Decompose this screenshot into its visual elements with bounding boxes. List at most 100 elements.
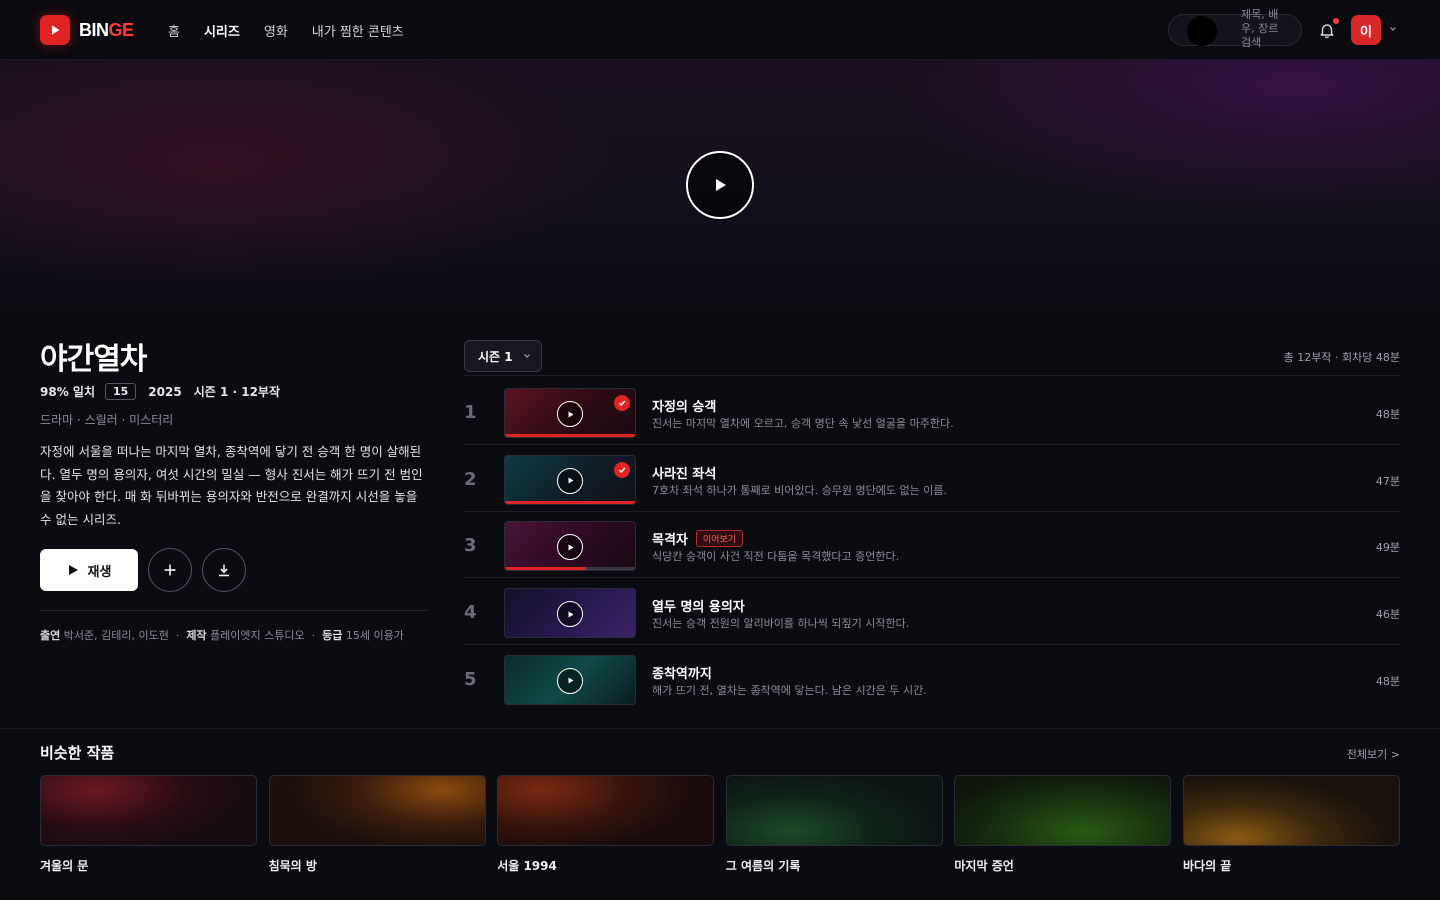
age-rating-badge: 15 (104, 383, 137, 400)
episode-duration: 47분 (1375, 474, 1400, 488)
nav-movies[interactable]: 영화 (264, 21, 288, 40)
similar-card[interactable] (268, 775, 486, 846)
episode-number: 3 (464, 535, 477, 557)
similar-card-title[interactable]: 마지막 증언 (954, 857, 1013, 874)
similar-card[interactable] (725, 775, 943, 846)
episode-description: 7호차 좌석 하나가 통째로 비어있다. 승무원 명단에도 없는 이름. (652, 483, 947, 497)
similar-card[interactable] (1183, 775, 1400, 846)
play-icon[interactable] (557, 601, 583, 628)
credits: 출연 박서준, 김테리, 이도현 · 제작 플레이엣지 스튜디오 · 등급 15… (40, 629, 404, 642)
play-icon[interactable] (557, 667, 583, 694)
season-dropdown-label: 시즌 1 (478, 349, 513, 364)
similar-card-title[interactable]: 서울 1994 (497, 857, 557, 874)
episode-title: 열두 명의 용의자 (652, 596, 745, 615)
episode-number: 1 (464, 402, 477, 423)
show-title: 야간열차 (40, 342, 147, 377)
episode-duration: 49분 (1375, 541, 1400, 555)
play-icon (716, 179, 726, 191)
episode-number: 2 (464, 468, 477, 490)
similar-title: 비슷한 작품 (40, 744, 115, 762)
bell-icon[interactable] (1318, 21, 1336, 39)
grade: 15세 이용가 (345, 629, 404, 642)
watched-check-icon (614, 461, 630, 478)
see-all-link[interactable]: 전체보기 > (1347, 746, 1400, 762)
similar-card-title[interactable]: 그 여름의 기록 (726, 857, 801, 874)
episode-duration: 48분 (1375, 674, 1400, 688)
episode-title: 사라진 좌석 (652, 463, 716, 482)
episode-thumbnail[interactable] (504, 521, 636, 572)
avatar[interactable]: 이 (1351, 15, 1381, 45)
similar-card[interactable] (954, 775, 1172, 846)
hero-play-button[interactable] (686, 151, 754, 219)
section-divider (0, 728, 1440, 729)
episode-thumbnail[interactable] (504, 654, 636, 705)
top-header: BINGE 홈 시리즈 영화 내가 찜한 콘텐츠 제목, 배우, 장르 검색 이 (0, 0, 1440, 60)
similar-card-title[interactable]: 침묵의 방 (269, 857, 317, 874)
progress-bar (505, 500, 635, 504)
episode-duration: 48분 (1375, 408, 1400, 421)
play-icon[interactable] (557, 467, 583, 494)
play-button-label: 재생 (87, 564, 112, 580)
episode-thumbnail[interactable] (504, 588, 636, 639)
logo-play-icon (40, 15, 70, 45)
episode-divider (464, 577, 1400, 579)
nav-my-list[interactable]: 내가 찜한 콘텐츠 (312, 21, 404, 40)
episode-description: 진서는 마지막 열차에 오르고, 승객 명단 속 낯선 얼굴을 마주한다. (652, 417, 954, 430)
watched-check-icon (614, 395, 630, 411)
episode-title: 자정의 승객 (652, 396, 716, 415)
episode-title-text: 열두 명의 용의자 (652, 600, 745, 616)
show-meta: 98% 일치 15 2025 시즌 1 · 12부작 (40, 383, 280, 400)
progress-bar (505, 434, 635, 437)
play-icon[interactable] (557, 534, 583, 561)
chevron-down-icon (523, 354, 530, 358)
nav-series[interactable]: 시리즈 (204, 21, 240, 40)
progress-bar (505, 567, 586, 571)
season-info: 시즌 1 · 12부작 (193, 385, 281, 399)
logo[interactable]: BINGE (40, 15, 134, 45)
match-score: 98% 일치 (40, 385, 95, 399)
notification-dot (1333, 18, 1339, 24)
search-input[interactable]: 제목, 배우, 장르 검색 (1168, 8, 1302, 49)
plus-icon (164, 564, 176, 576)
play-button[interactable]: 재생 (40, 549, 138, 591)
episode-description: 식당칸 승객이 사건 직전 다툼을 목격했다고 증언한다. (652, 550, 900, 564)
episode-title: 종착역까지 (652, 663, 712, 682)
episode-row[interactable]: 5 종착역까지 해가 뜨기 전, 열차는 종착역에 닿는다. 남은 시간은 두 시간… (464, 654, 1400, 721)
producer: 플레이엣지 스튜디오 (210, 629, 305, 642)
similar-card[interactable] (497, 775, 715, 846)
search-icon (1187, 16, 1217, 46)
episode-divider (464, 644, 1400, 646)
logo-text: BINGE (79, 19, 134, 40)
download-button[interactable] (202, 548, 246, 592)
episode-title-text: 사라진 좌석 (652, 466, 717, 482)
resume-badge: 이어보기 (695, 530, 744, 548)
episode-thumbnail[interactable] (504, 388, 636, 438)
chevron-down-icon[interactable] (1389, 25, 1397, 33)
episode-total: 총 12부작 · 회차당 48분 (1283, 351, 1400, 364)
episode-duration: 46분 (1375, 608, 1400, 622)
episode-divider (464, 375, 1400, 376)
episode-title-text: 목격자 (652, 533, 688, 549)
play-icon[interactable] (557, 401, 583, 427)
episode-number: 4 (464, 602, 477, 624)
similar-card-title[interactable]: 겨울의 문 (40, 857, 88, 874)
add-to-list-button[interactable] (148, 548, 192, 592)
episode-divider (464, 510, 1400, 512)
similar-card[interactable] (40, 775, 257, 846)
episode-description: 해가 뜨기 전, 열차는 종착역에 닿는다. 남은 시간은 두 시간. (652, 683, 927, 697)
hero-banner (0, 60, 1440, 320)
download-icon (219, 564, 229, 577)
cast-list: 박서준, 김테리, 이도현 (63, 629, 169, 642)
episode-description: 진서는 승객 전원의 알리바이를 하나씩 되짚기 시작한다. (652, 617, 910, 631)
nav-home[interactable]: 홈 (168, 21, 180, 40)
genre-list: 드라마 · 스릴러 · 미스터리 (40, 413, 174, 427)
main-nav: 홈 시리즈 영화 내가 찜한 콘텐츠 (168, 21, 428, 40)
episode-number: 5 (464, 668, 477, 690)
play-icon (68, 565, 78, 575)
season-dropdown[interactable]: 시즌 1 (464, 340, 542, 372)
episode-title-text: 자정의 승객 (652, 400, 717, 415)
episode-title: 목격자 이어보기 (652, 529, 744, 549)
similar-card-title[interactable]: 바다의 끝 (1183, 857, 1231, 874)
episode-divider (464, 444, 1400, 445)
episode-thumbnail[interactable] (504, 454, 636, 505)
